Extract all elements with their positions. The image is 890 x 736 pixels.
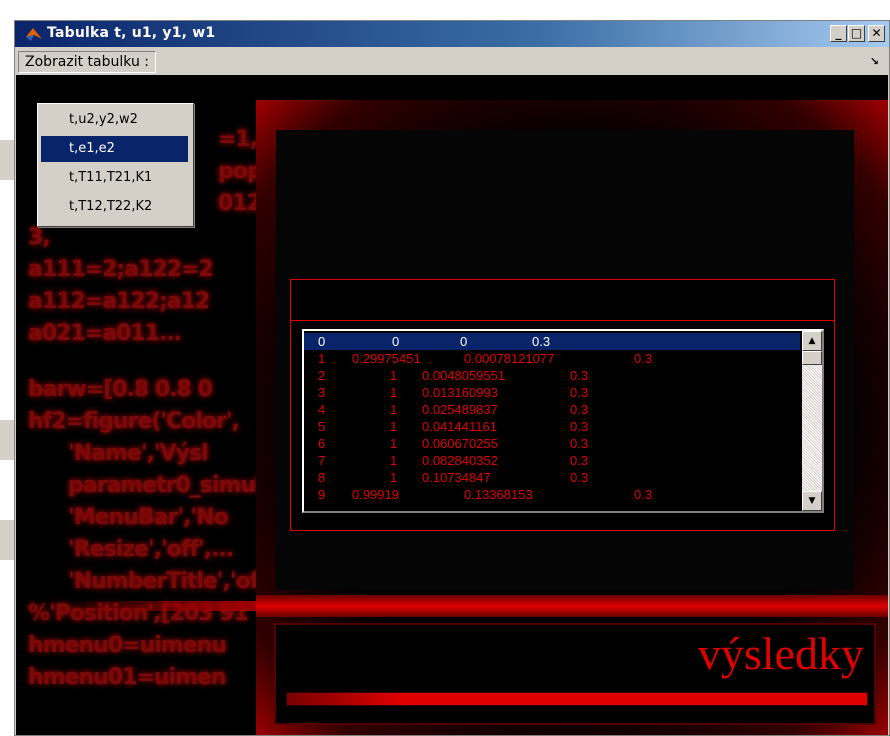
table-cell: 1 [390, 436, 398, 451]
table-cell: 9 [318, 487, 326, 502]
background-code-line: a111=2;a122=2 [28, 257, 214, 282]
scroll-thumb[interactable] [802, 351, 822, 365]
table-cell: 0.13368153 [464, 487, 533, 502]
table-cell: 1 [390, 453, 398, 468]
matlab-icon [26, 28, 42, 41]
table-cell: 2 [318, 368, 326, 383]
table-cell: 0.013160993 [422, 385, 498, 400]
table-cell: 0.00078121077 [464, 351, 555, 366]
table-row[interactable]: 3 1 0.013160993 0.3 [304, 384, 800, 401]
background-window-fragment [0, 140, 14, 180]
table-cell: 1 [390, 402, 398, 417]
table-cell: 0.3 [570, 419, 589, 434]
table-row[interactable]: 8 1 0.10734847 0.3 [304, 469, 800, 486]
table-cell: 0.99919 [352, 487, 399, 502]
table-cell: 0 [392, 334, 400, 349]
table-cell: 8 [318, 470, 326, 485]
table-cell: 0.041441161 [422, 419, 497, 434]
table-cell: 0.3 [634, 351, 653, 366]
table-cell: 0.3 [570, 402, 589, 417]
table-row[interactable]: 6 1 0.060670255 0.3 [304, 435, 800, 452]
background-window-fragment [0, 420, 14, 460]
table-row[interactable]: 7 1 0.082840352 0.3 [304, 452, 800, 469]
table-cell: 1 [318, 351, 326, 366]
results-label: výsledky [697, 628, 864, 679]
table-cell: 0.082840352 [422, 453, 498, 468]
window-title: Tabulka t, u1, y1, w1 [47, 25, 216, 41]
table-cell: 1 [390, 419, 398, 434]
table-cell: 7 [318, 453, 326, 468]
table-cell: 0.3 [570, 453, 589, 468]
table-cell: 0.0048059551 [422, 368, 506, 383]
scroll-down-icon[interactable]: ▼ [802, 491, 822, 511]
table-cell: 0.3 [570, 385, 589, 400]
background-code-line: 'Name','Výsl [68, 441, 209, 466]
table-cell: 3 [318, 385, 326, 400]
table-cell: 1 [390, 385, 398, 400]
figure-window: Tabulka t, u1, y1, w1 _ □ ✕ Zobrazit tab… [14, 20, 890, 736]
table-row[interactable]: 4 1 0.025489837 0.3 [304, 401, 800, 418]
menu-bar: Zobrazit tabulku : ↘ [15, 47, 889, 75]
table-cell: 0.3 [570, 368, 589, 383]
menu-zobrazit-tabulku[interactable]: Zobrazit tabulku : [18, 51, 156, 73]
results-listbox[interactable]: 0 0 0 0.3 1 0.29975451 0.00078121077 0.3 2 1 0.004… [302, 329, 824, 513]
background-code-line: a112=a122;a12 [28, 289, 210, 314]
table-cell: 1 [390, 368, 398, 383]
table-cell: 0 [318, 334, 326, 349]
table-row[interactable]: 2 1 0.0048059551 0.3 [304, 367, 800, 384]
background-code-line: 'NumberTitle','off', [68, 569, 281, 594]
background-code-line: hmenu0=uimenu [28, 633, 227, 658]
table-cell: 4 [318, 402, 326, 417]
background-code-line: hf2=figure('Color', [28, 409, 240, 434]
background-code-line: 3, [28, 225, 51, 250]
close-button[interactable]: ✕ [868, 25, 885, 42]
background-code-line: a021=a011... [28, 321, 182, 346]
table-cell: 0.060670255 [422, 436, 498, 451]
table-cell: 0.3 [570, 470, 589, 485]
menu-item[interactable]: t,T11,T21,K1 [41, 165, 188, 191]
table-cell: 1 [390, 470, 398, 485]
menu-item[interactable]: t,u2,y2,w2 [41, 107, 188, 133]
separator-bar [56, 595, 888, 617]
vertical-scrollbar[interactable]: ▲ ▼ [802, 331, 822, 511]
menu-item[interactable]: t,e1,e2 [41, 136, 188, 162]
maximize-button[interactable]: □ [848, 25, 865, 42]
table-row[interactable]: 0 0 0 0.3 [304, 333, 800, 350]
background-code-line: hmenu01=uimen [28, 665, 227, 690]
minimize-button[interactable]: _ [830, 25, 847, 42]
results-banner: výsledky [274, 623, 876, 725]
results-bar [286, 692, 868, 706]
table-cell: 0 [460, 334, 468, 349]
background-code-line: parametr0_simul [68, 473, 263, 498]
table-row[interactable]: 1 0.29975451 0.00078121077 0.3 [304, 350, 800, 367]
background-window-fragment [0, 520, 14, 560]
table-cell: 5 [318, 419, 326, 434]
table-row[interactable]: 9 0.99919 0.13368153 0.3 [304, 486, 800, 503]
separator-tail [56, 601, 256, 611]
menu-item[interactable]: t,T12,T22,K2 [41, 194, 188, 220]
background-code-line: barw=[0.8 0.8 0 [28, 377, 213, 402]
scroll-up-icon[interactable]: ▲ [802, 331, 822, 351]
background-code-line: 'Resize','off',... [68, 537, 234, 562]
title-bar[interactable]: Tabulka t, u1, y1, w1 _ □ ✕ [15, 21, 889, 47]
table-cell: 0.10734847 [422, 470, 491, 485]
table-cell: 0.3 [570, 436, 589, 451]
table-cell: 0.3 [532, 334, 551, 349]
resize-arrow-icon: ↘ [869, 55, 879, 68]
frame-divider [291, 320, 834, 321]
table-cell: 0.29975451 [352, 351, 421, 366]
dropdown-menu: t,u2,y2,w2 t,e1,e2 t,T11,T21,K1 t,T12,T22,K… [37, 103, 194, 227]
table-cell: 0.3 [634, 487, 653, 502]
table-cell: 6 [318, 436, 326, 451]
background-code-line: 'MenuBar','No [68, 505, 229, 530]
table-cell: 0.025489837 [422, 402, 498, 417]
table-row[interactable]: 5 1 0.041441161 0.3 [304, 418, 800, 435]
